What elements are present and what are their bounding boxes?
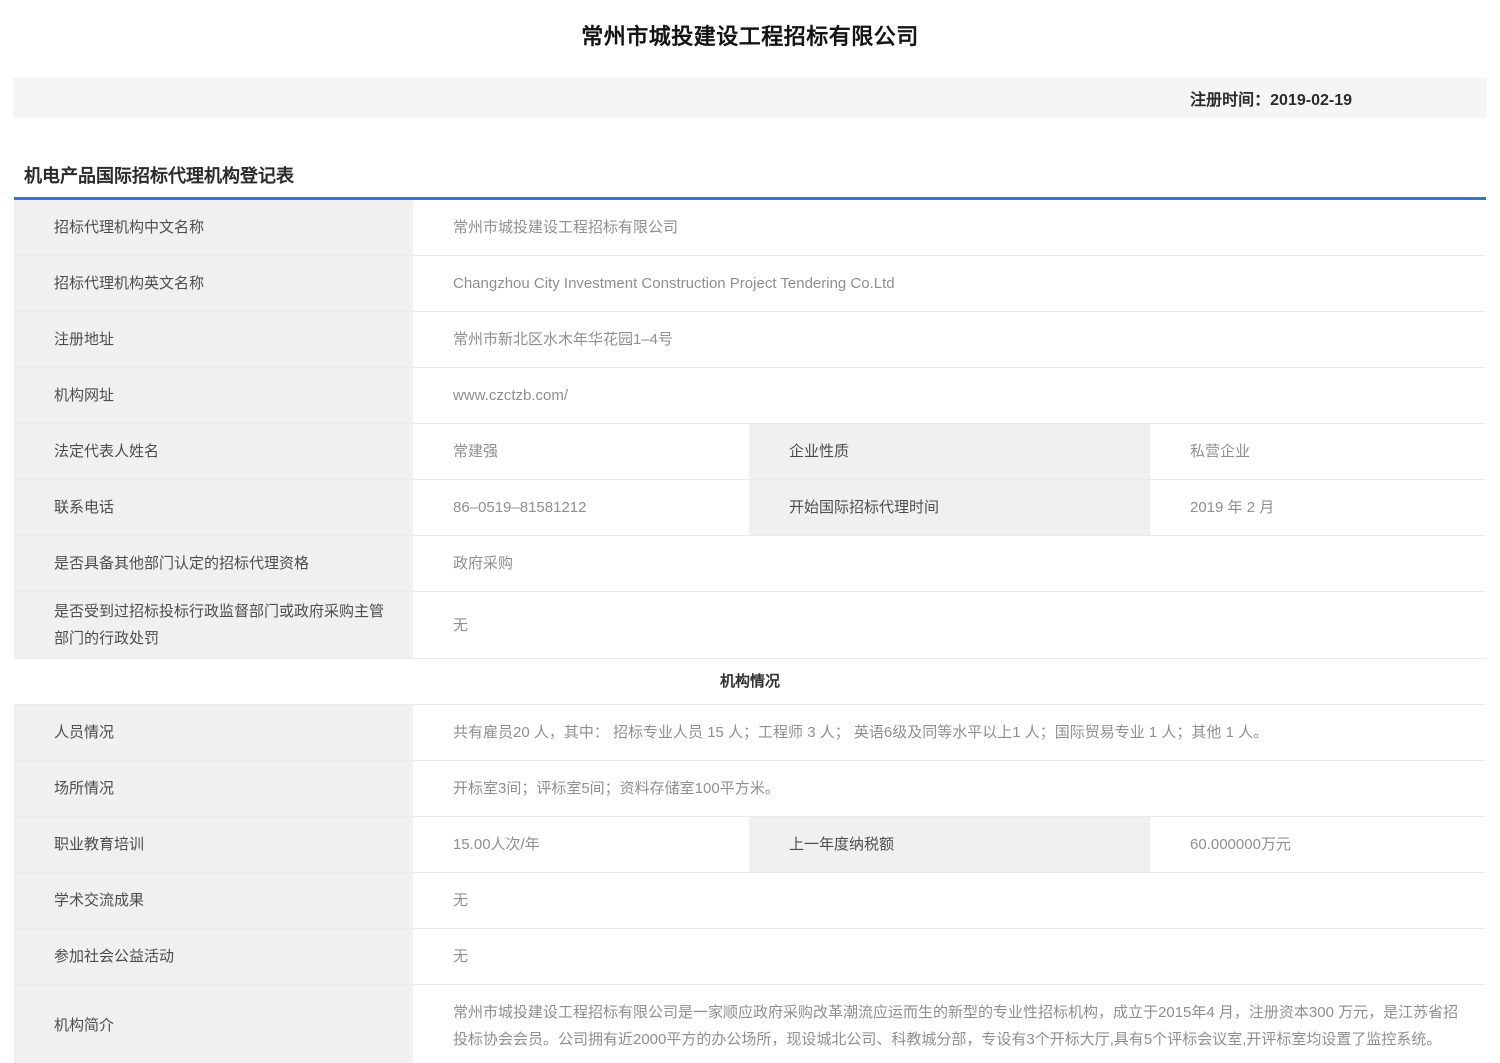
- row-label: 联系电话: [14, 480, 413, 535]
- row-value: 60.000000万元: [1150, 817, 1486, 872]
- row-label: 招标代理机构中文名称: [14, 200, 413, 255]
- row-value: 开标室3间；评标室5间；资料存储室100平方米。: [413, 761, 1486, 816]
- table-row: 学术交流成果 无: [14, 873, 1486, 929]
- table-row: 招标代理机构中文名称 常州市城投建设工程招标有限公司: [14, 200, 1486, 256]
- row-label: 法定代表人姓名: [14, 424, 413, 479]
- row-label: 场所情况: [14, 761, 413, 816]
- row-label: 是否具备其他部门认定的招标代理资格: [14, 536, 413, 591]
- table-row: 机构简介 常州市城投建设工程招标有限公司是一家顺应政府采购改革潮流应运而生的新型…: [14, 985, 1486, 1063]
- row-label: 是否受到过招标投标行政监督部门或政府采购主管部门的行政处罚: [14, 592, 413, 658]
- row-value: 15.00人次/年: [413, 817, 749, 872]
- row-value: 无: [413, 873, 1486, 928]
- row-value: 86–0519–81581212: [413, 480, 749, 535]
- row-label: 开始国际招标代理时间: [749, 480, 1150, 535]
- row-label: 职业教育培训: [14, 817, 413, 872]
- row-label: 机构网址: [14, 368, 413, 423]
- row-value: 2019 年 2 月: [1150, 480, 1486, 535]
- registration-table: 招标代理机构中文名称 常州市城投建设工程招标有限公司 招标代理机构英文名称 Ch…: [14, 197, 1486, 1063]
- row-value: 无: [413, 929, 1486, 984]
- row-label: 上一年度纳税额: [749, 817, 1150, 872]
- section-header-label: 机构情况: [14, 659, 1486, 704]
- row-label: 注册地址: [14, 312, 413, 367]
- table-row: 联系电话 86–0519–81581212 开始国际招标代理时间 2019 年 …: [14, 480, 1486, 536]
- table-row: 注册地址 常州市新北区水木年华花园1–4号: [14, 312, 1486, 368]
- row-value: www.czctzb.com/: [413, 368, 1486, 423]
- table-row: 是否受到过招标投标行政监督部门或政府采购主管部门的行政处罚 无: [14, 592, 1486, 659]
- registration-time-bar: 注册时间：2019-02-19: [13, 78, 1487, 118]
- table-row: 是否具备其他部门认定的招标代理资格 政府采购: [14, 536, 1486, 592]
- row-value: Changzhou City Investment Construction P…: [413, 256, 1486, 311]
- row-value: 无: [413, 592, 1486, 658]
- row-label: 人员情况: [14, 705, 413, 760]
- table-row: 招标代理机构英文名称 Changzhou City Investment Con…: [14, 256, 1486, 312]
- row-value: 常州市新北区水木年华花园1–4号: [413, 312, 1486, 367]
- section-title: 机电产品国际招标代理机构登记表: [24, 162, 1500, 188]
- row-value: 私营企业: [1150, 424, 1486, 479]
- row-label: 企业性质: [749, 424, 1150, 479]
- table-row: 场所情况 开标室3间；评标室5间；资料存储室100平方米。: [14, 761, 1486, 817]
- table-row: 人员情况 共有雇员20 人，其中： 招标专业人员 15 人；工程师 3 人； 英…: [14, 705, 1486, 761]
- table-row: 机构网址 www.czctzb.com/: [14, 368, 1486, 424]
- row-value: 常建强: [413, 424, 749, 479]
- row-value: 政府采购: [413, 536, 1486, 591]
- table-row: 职业教育培训 15.00人次/年 上一年度纳税额 60.000000万元: [14, 817, 1486, 873]
- row-label: 参加社会公益活动: [14, 929, 413, 984]
- row-label: 学术交流成果: [14, 873, 413, 928]
- table-row: 法定代表人姓名 常建强 企业性质 私营企业: [14, 424, 1486, 480]
- registration-time: 注册时间：2019-02-19: [1190, 86, 1352, 110]
- table-row: 参加社会公益活动 无: [14, 929, 1486, 985]
- page-title: 常州市城投建设工程招标有限公司: [0, 19, 1500, 51]
- row-value: 常州市城投建设工程招标有限公司是一家顺应政府采购改革潮流应运而生的新型的专业性招…: [413, 985, 1486, 1063]
- row-value: 常州市城投建设工程招标有限公司: [413, 200, 1486, 255]
- table-section-header: 机构情况: [14, 659, 1486, 705]
- row-label: 招标代理机构英文名称: [14, 256, 413, 311]
- row-label: 机构简介: [14, 985, 413, 1063]
- row-value: 共有雇员20 人，其中： 招标专业人员 15 人；工程师 3 人； 英语6级及同…: [413, 705, 1486, 760]
